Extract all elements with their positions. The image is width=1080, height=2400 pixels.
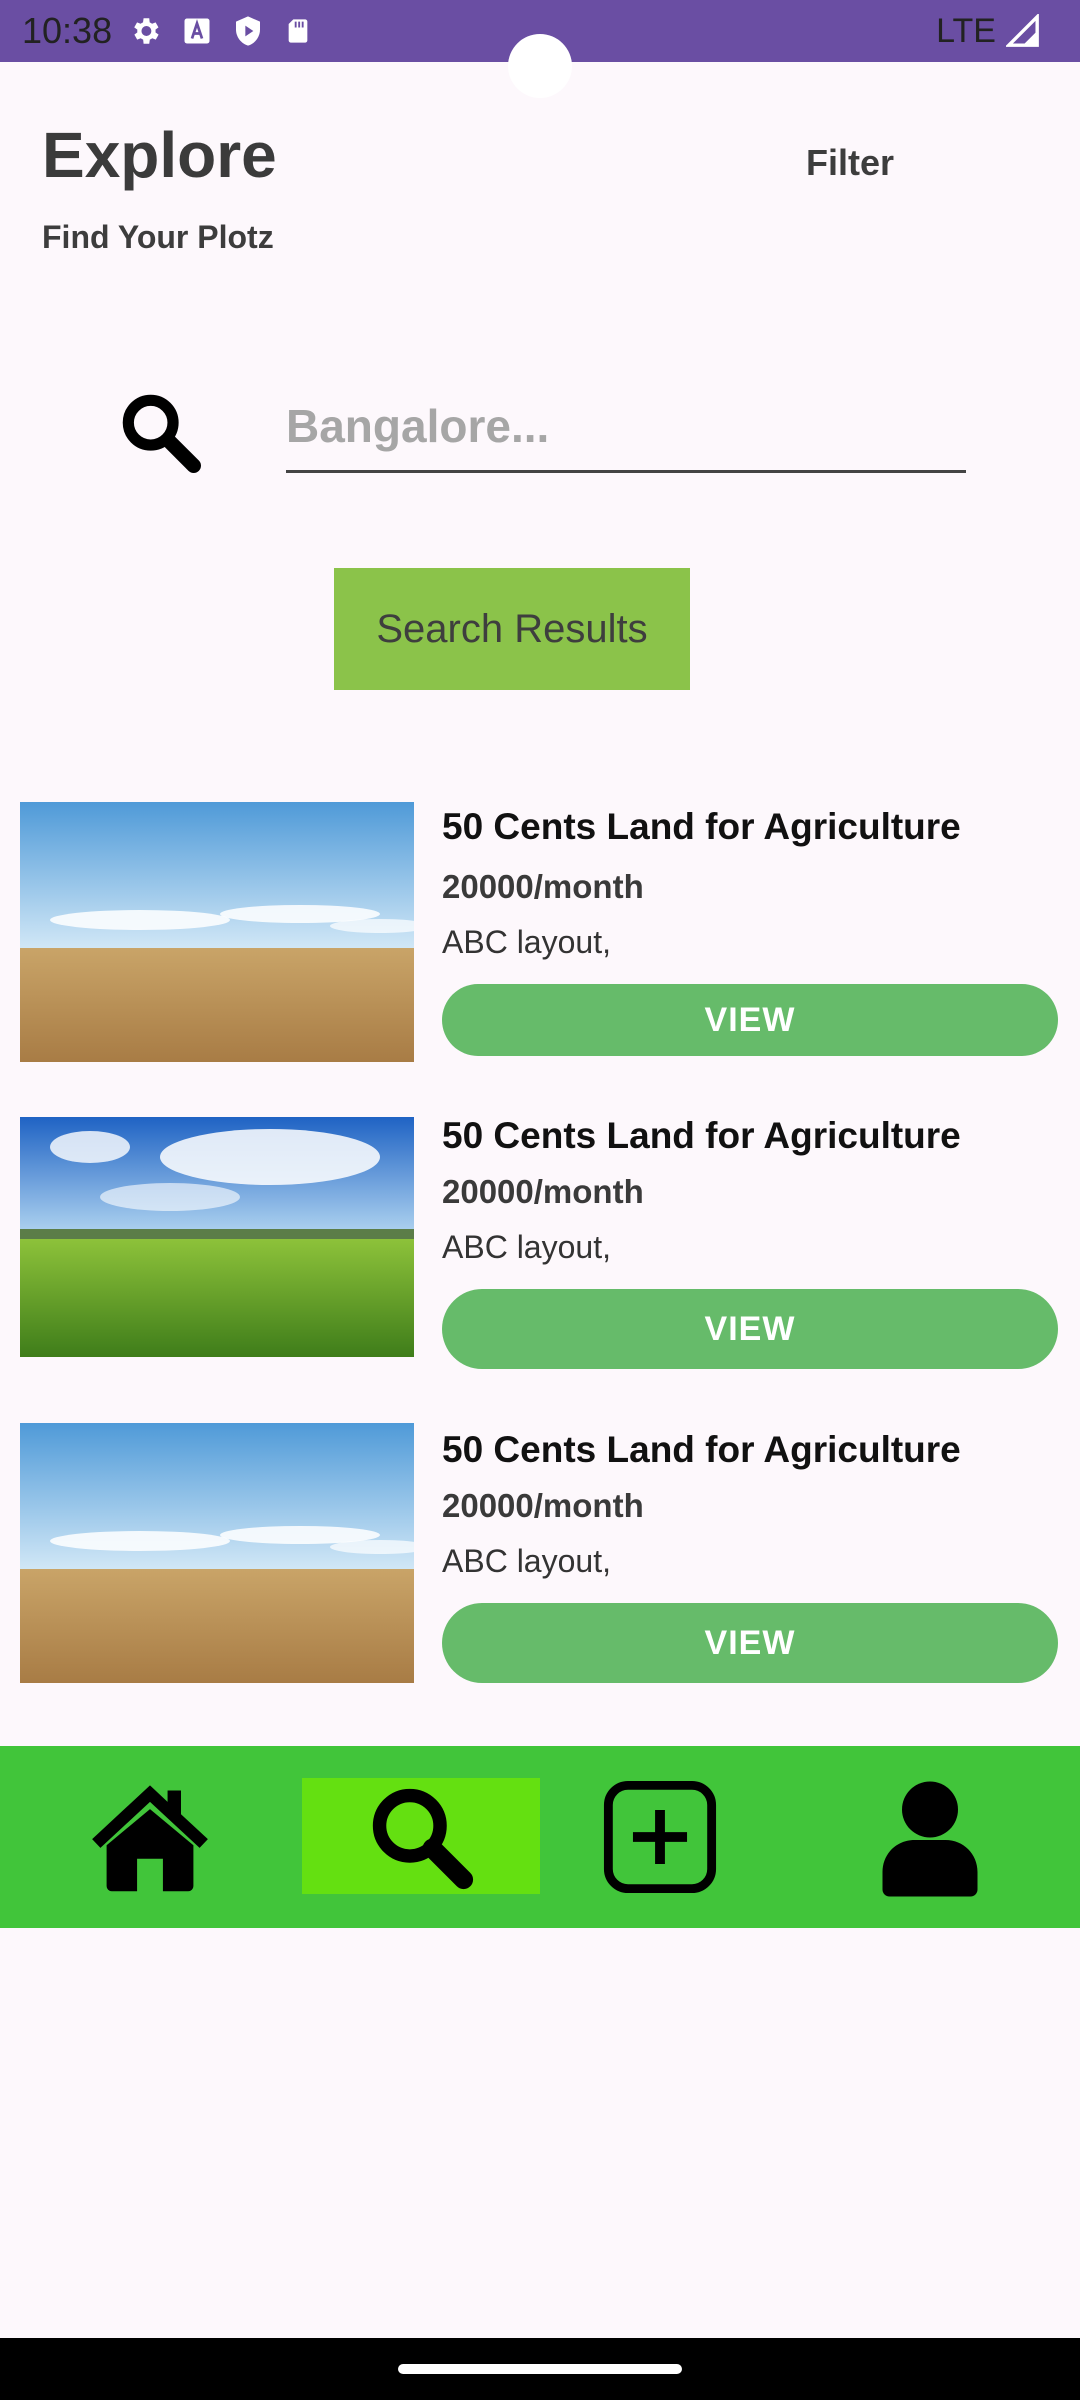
listing-title: 50 Cents Land for Agriculture xyxy=(442,1429,961,1470)
listing-image[interactable] xyxy=(20,1423,414,1683)
shield-play-icon xyxy=(236,16,260,46)
sd-card-icon xyxy=(288,19,308,43)
status-time: 10:38 xyxy=(22,10,113,51)
page-subtitle: Find Your Plotz xyxy=(42,219,274,255)
listing-location: ABC layout, xyxy=(442,924,611,960)
wheat-field-image xyxy=(20,802,414,1062)
wheat-field-image xyxy=(20,1423,414,1683)
home-icon xyxy=(92,1785,208,1892)
bottom-nav xyxy=(0,1746,1080,1928)
view-button[interactable]: VIEW xyxy=(442,1289,1058,1369)
listing-location: ABC layout, xyxy=(442,1543,611,1579)
listing-title: 50 Cents Land for Agriculture xyxy=(442,806,961,847)
search-icon xyxy=(122,394,201,473)
camera-cutout xyxy=(508,34,572,98)
nav-add[interactable] xyxy=(590,1746,730,1928)
gear-icon xyxy=(134,18,159,44)
listing-title: 50 Cents Land for Agriculture xyxy=(442,1115,961,1156)
search-input[interactable] xyxy=(286,382,966,473)
listing-card: 50 Cents Land for Agriculture 20000/mont… xyxy=(0,1115,1080,1387)
listing-location: ABC layout, xyxy=(442,1229,611,1265)
search-icon xyxy=(372,1788,474,1890)
a-icon xyxy=(184,18,210,44)
listing-price: 20000/month xyxy=(442,1487,644,1524)
listing-card: 50 Cents Land for Agriculture 20000/mont… xyxy=(0,1423,1080,1693)
listing-card: 50 Cents Land for Agriculture 20000/mont… xyxy=(0,802,1080,1072)
profile-icon xyxy=(882,1781,978,1897)
search-results-button[interactable]: Search Results xyxy=(334,568,690,690)
home-gesture-handle[interactable] xyxy=(398,2364,682,2374)
view-button[interactable]: VIEW xyxy=(442,984,1058,1056)
listing-price: 20000/month xyxy=(442,1173,644,1210)
listing-price: 20000/month xyxy=(442,868,644,905)
filter-button[interactable]: Filter xyxy=(806,142,894,184)
network-label: LTE xyxy=(936,12,996,50)
listing-image[interactable] xyxy=(20,802,414,1062)
listing-image[interactable] xyxy=(20,1117,414,1357)
nav-search[interactable] xyxy=(302,1746,540,1928)
view-button[interactable]: VIEW xyxy=(442,1603,1058,1683)
green-meadow-image xyxy=(20,1117,414,1357)
nav-profile[interactable] xyxy=(860,1746,1000,1928)
signal-icon xyxy=(1006,14,1039,47)
add-icon xyxy=(603,1780,717,1894)
status-right: LTE xyxy=(936,10,1040,52)
nav-home[interactable] xyxy=(80,1746,220,1928)
status-icons xyxy=(128,12,312,50)
page-title: Explore xyxy=(42,119,277,191)
